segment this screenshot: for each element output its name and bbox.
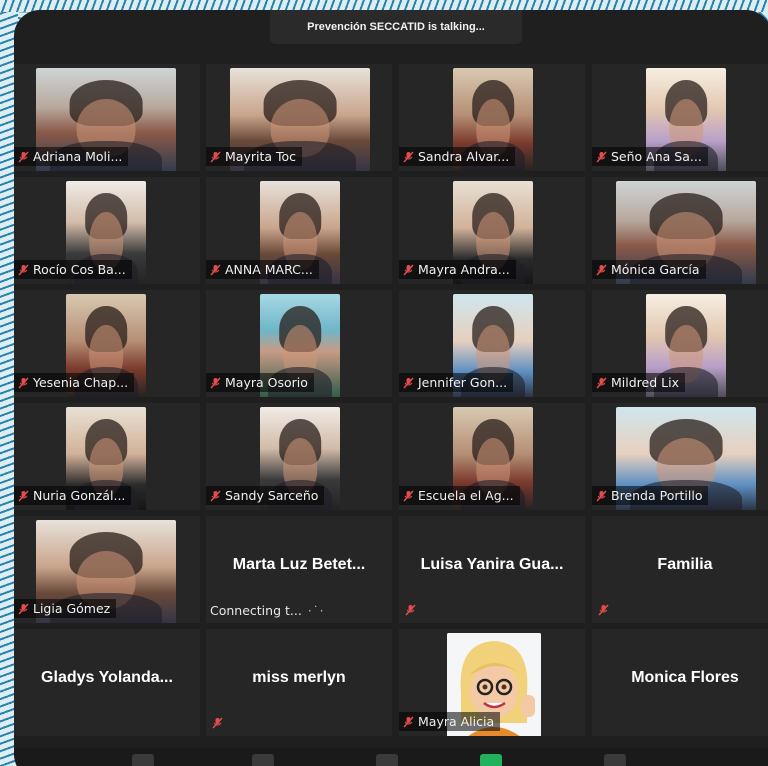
- participant-tile[interactable]: Escuela el Ag...: [399, 403, 585, 510]
- mic-muted-icon: [405, 604, 416, 616]
- participant-name-bar: Sandra Alvar...: [399, 147, 516, 166]
- meeting-toolbar: [14, 748, 768, 766]
- participant-name: Mayra Alicia: [418, 714, 495, 729]
- participant-tile[interactable]: Mayrita Toc: [206, 64, 392, 171]
- participant-name-bar: Brenda Portillo: [592, 486, 709, 505]
- mic-muted-icon: [210, 376, 221, 389]
- connection-status: Connecting t... ·˙·: [210, 603, 324, 618]
- participant-name: Rocío Cos Ba...: [33, 262, 126, 277]
- chat-button[interactable]: [376, 754, 398, 766]
- participant-name: Yesenia Chap...: [33, 375, 129, 390]
- participant-name-bar: Jennifer Gon...: [399, 373, 514, 392]
- mic-muted-icon: [18, 376, 29, 389]
- loading-dots-icon: ·˙·: [307, 603, 325, 618]
- participant-name: Marta Luz Betet...: [232, 556, 366, 573]
- mic-muted-icon: [18, 150, 29, 163]
- participant-tile[interactable]: Jennifer Gon...: [399, 290, 585, 397]
- participant-tile[interactable]: Mayra Alicia: [399, 629, 585, 736]
- participant-name-bar: Mayra Alicia: [399, 712, 501, 731]
- participant-tile[interactable]: miss merlyn: [206, 629, 392, 736]
- microphone-button[interactable]: [132, 754, 154, 766]
- mic-muted-icon: [596, 376, 607, 389]
- participant-name: Brenda Portillo: [611, 488, 703, 503]
- mic-muted-icon: [212, 717, 223, 729]
- mic-muted-icon: [596, 150, 607, 163]
- participant-name: Mayra Osorio: [225, 375, 308, 390]
- participant-name: Jennifer Gon...: [418, 375, 508, 390]
- mic-muted-icon: [596, 263, 607, 276]
- participant-name: Monica Flores: [631, 669, 739, 686]
- participant-name: Adriana Moli...: [33, 149, 123, 164]
- mic-muted-icon: [598, 604, 609, 616]
- participant-name-bar: ANNA MARC...: [206, 260, 319, 279]
- participant-tile[interactable]: Yesenia Chap...: [14, 290, 200, 397]
- participant-tile[interactable]: Adriana Moli...: [14, 64, 200, 171]
- participant-name: Mildred Lix: [611, 375, 679, 390]
- participant-name-bar: Nuria Gonzál...: [14, 486, 132, 505]
- participant-name: ANNA MARC...: [225, 262, 313, 277]
- participant-name: Familia: [657, 556, 713, 573]
- mic-muted-icon: [210, 263, 221, 276]
- mic-muted-icon: [210, 150, 221, 163]
- participant-tile[interactable]: Ligia Gómez: [14, 516, 200, 623]
- active-speaker-banner: Prevención SECCATID is talking...: [270, 10, 522, 44]
- participant-name-bar: Mayra Osorio: [206, 373, 314, 392]
- participant-name-bar: Mayrita Toc: [206, 147, 303, 166]
- participant-name: Ligia Gómez: [33, 601, 111, 616]
- participant-tile[interactable]: Mildred Lix: [592, 290, 768, 397]
- mic-muted-icon: [18, 489, 29, 502]
- participant-name-bar: Yesenia Chap...: [14, 373, 135, 392]
- participant-tile[interactable]: Marta Luz Betet... Connecting t... ·˙·: [206, 516, 392, 623]
- participant-grid: Adriana Moli... Mayrita Toc Sandra Alvar…: [14, 64, 768, 744]
- mic-muted-icon: [210, 489, 221, 502]
- participant-name-bar: Escuela el Ag...: [399, 486, 520, 505]
- mic-muted-icon: [403, 715, 414, 728]
- participant-name: Seño Ana Sa...: [611, 149, 702, 164]
- mic-muted-icon: [18, 602, 29, 615]
- participant-name-bar: Sandy Sarceño: [206, 486, 325, 505]
- participant-tile[interactable]: ANNA MARC...: [206, 177, 392, 284]
- participant-name-bar: Rocío Cos Ba...: [14, 260, 132, 279]
- participant-tile[interactable]: Mónica García: [592, 177, 768, 284]
- participant-name-bar: Seño Ana Sa...: [592, 147, 708, 166]
- mic-muted-icon: [403, 376, 414, 389]
- participant-tile[interactable]: Gladys Yolanda...: [14, 629, 200, 736]
- participant-name: Mayrita Toc: [225, 149, 297, 164]
- participant-name: miss merlyn: [252, 669, 346, 686]
- participant-tile[interactable]: Monica Flores: [592, 629, 768, 736]
- share-screen-button[interactable]: [480, 754, 502, 766]
- view-button[interactable]: [604, 754, 626, 766]
- meeting-window: Prevención SECCATID is talking... Adrian…: [14, 10, 768, 766]
- participant-name-bar: Adriana Moli...: [14, 147, 129, 166]
- participant-tile[interactable]: Sandra Alvar...: [399, 64, 585, 171]
- participant-name: Mónica García: [611, 262, 700, 277]
- participant-name: Luisa Yanira Gua...: [420, 556, 564, 573]
- mic-muted-icon: [18, 263, 29, 276]
- participant-name: Gladys Yolanda...: [41, 669, 173, 686]
- participant-tile[interactable]: Brenda Portillo: [592, 403, 768, 510]
- participant-tile[interactable]: Sandy Sarceño: [206, 403, 392, 510]
- connection-status-text: Connecting t...: [210, 603, 302, 618]
- participant-name-bar: Ligia Gómez: [14, 599, 117, 618]
- participant-tile[interactable]: Seño Ana Sa...: [592, 64, 768, 171]
- participants-button[interactable]: [252, 754, 274, 766]
- participant-tile[interactable]: Luisa Yanira Gua...: [399, 516, 585, 623]
- participant-name: Mayra Andra...: [418, 262, 510, 277]
- participant-tile[interactable]: Mayra Andra...: [399, 177, 585, 284]
- mic-muted-icon: [596, 489, 607, 502]
- mic-muted-icon: [403, 489, 414, 502]
- participant-tile[interactable]: Mayra Osorio: [206, 290, 392, 397]
- participant-tile[interactable]: Rocío Cos Ba...: [14, 177, 200, 284]
- mic-muted-icon: [403, 150, 414, 163]
- participant-tile[interactable]: Nuria Gonzál...: [14, 403, 200, 510]
- participant-name-bar: Mildred Lix: [592, 373, 685, 392]
- participant-name: Sandra Alvar...: [418, 149, 510, 164]
- participant-name-bar: Mayra Andra...: [399, 260, 516, 279]
- participant-name-bar: Mónica García: [592, 260, 706, 279]
- participant-name: Escuela el Ag...: [418, 488, 514, 503]
- participant-name: Sandy Sarceño: [225, 488, 319, 503]
- participant-tile[interactable]: Familia: [592, 516, 768, 623]
- participant-name: Nuria Gonzál...: [33, 488, 126, 503]
- mic-muted-icon: [403, 263, 414, 276]
